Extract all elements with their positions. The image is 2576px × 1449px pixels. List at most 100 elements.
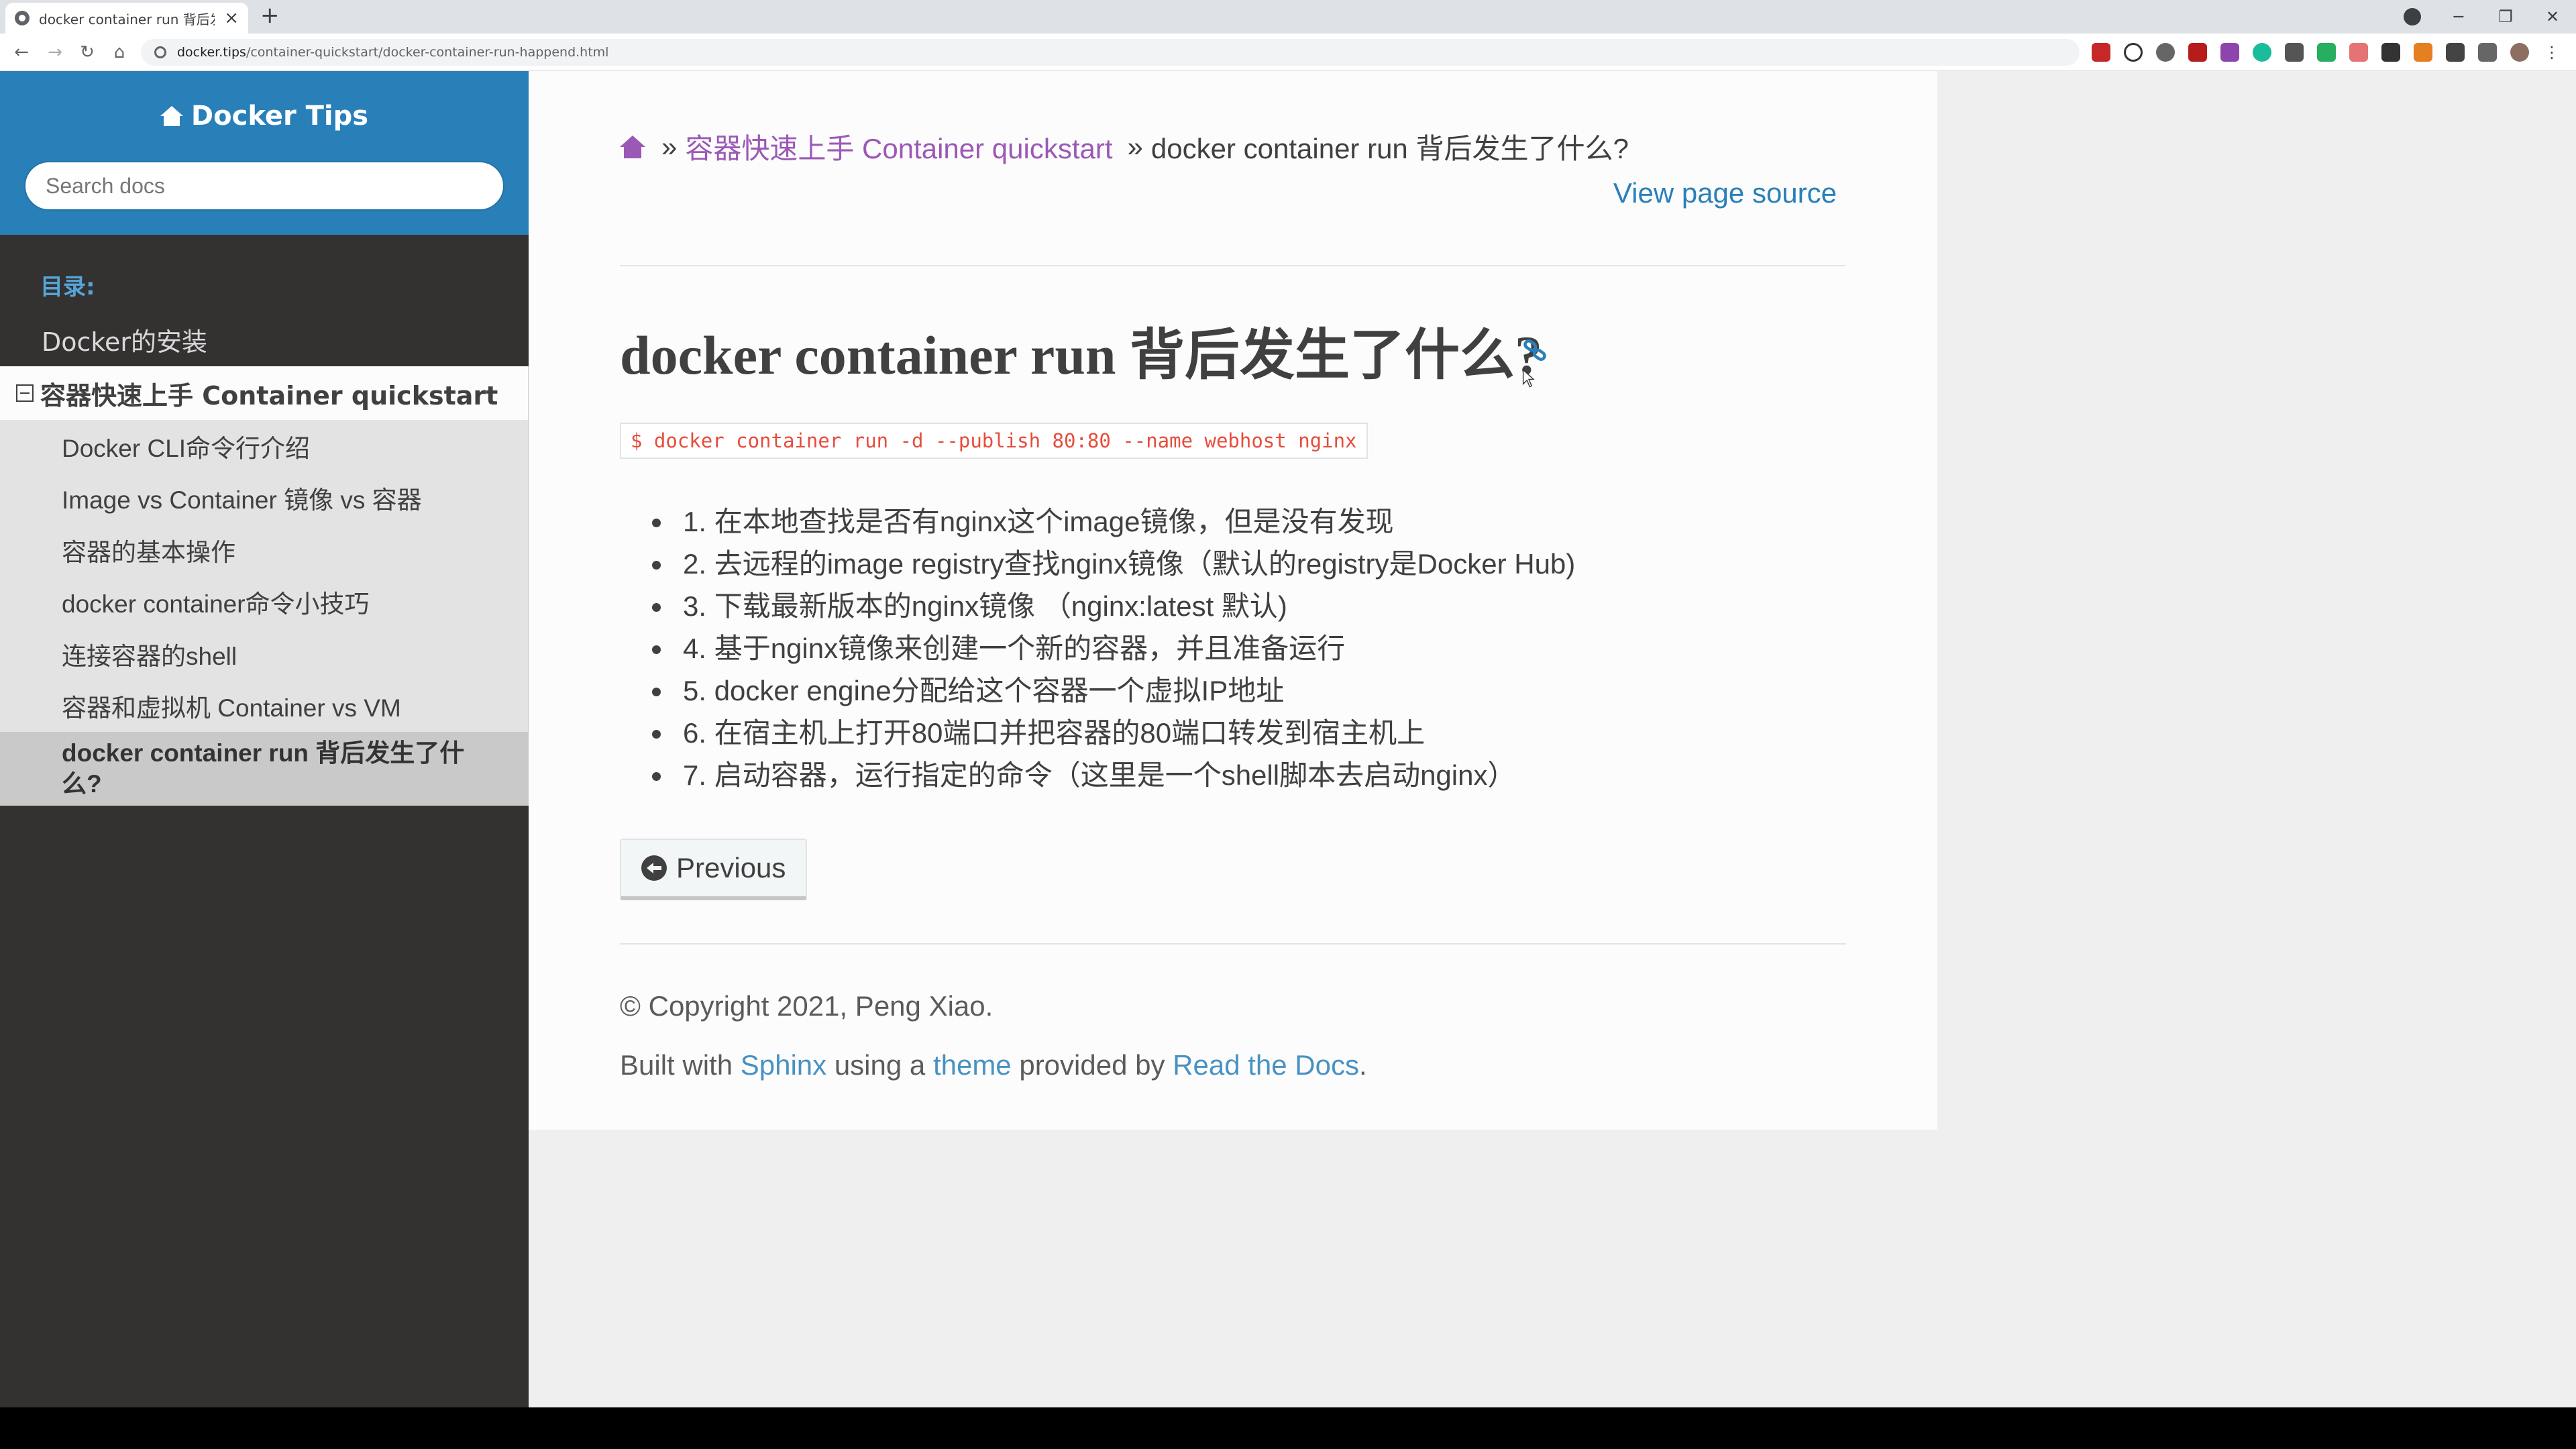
site-title-link[interactable]: Docker Tips	[0, 101, 529, 131]
toc-caption: 目录:	[40, 274, 95, 301]
url-path: /container-quickstart/docker-container-r…	[246, 45, 609, 60]
sidebar-subitem[interactable]: 连接容器的shell	[0, 628, 528, 680]
extension-icon[interactable]	[2220, 43, 2239, 62]
extension-icon[interactable]	[2285, 43, 2304, 62]
screen-bottom-bar	[0, 1407, 2576, 1449]
page-background	[529, 1130, 2576, 1407]
sidebar: Docker Tips 目录: Docker的安装 容器快速上手 Contain…	[0, 71, 529, 1407]
window-controls: ─ ❐ ✕	[2435, 0, 2576, 34]
extension-icon[interactable]	[2349, 43, 2368, 62]
mouse-cursor-icon	[1522, 369, 1535, 388]
sidebar-subitem-label: 容器的基本操作	[62, 538, 235, 566]
browser-toolbar: ← → ↻ ⌂ docker.tips /container-quickstar…	[0, 34, 2576, 71]
sidebar-subitem[interactable]: docker container命令小技巧	[0, 576, 528, 629]
sidebar-item-label: Docker的安装	[42, 327, 208, 357]
tab-title: docker container run 背后发生了什么	[39, 11, 215, 28]
sidebar-subitem-label: Image vs Container 镜像 vs 容器	[62, 486, 422, 515]
site-info-icon[interactable]	[154, 46, 166, 58]
forward-button[interactable]: →	[43, 40, 67, 64]
extension-icon[interactable]	[2381, 43, 2400, 62]
footer-text: .	[1358, 1049, 1367, 1081]
link-icon[interactable]	[1523, 338, 1547, 362]
new-tab-button[interactable]: +	[260, 4, 280, 27]
home-button[interactable]: ⌂	[107, 40, 131, 64]
arrow-circle-left-icon	[641, 855, 667, 881]
page-title: docker container run 背后发生了什么?	[620, 325, 1543, 386]
sidebar-subitem[interactable]: Image vs Container 镜像 vs 容器	[0, 472, 528, 525]
url-host: docker.tips	[177, 45, 246, 60]
extension-icon[interactable]	[2156, 43, 2175, 62]
footer-text: Built with	[620, 1049, 741, 1081]
divider	[620, 265, 1846, 266]
page-background	[1937, 71, 2576, 1130]
list-item: 2. 去远程的image registry查找nginx镜像（默认的regist…	[674, 543, 1575, 585]
breadcrumb-current: docker container run 背后发生了什么?	[1150, 133, 1629, 164]
breadcrumb-separator: »	[1127, 130, 1143, 162]
sidebar-subitem-label: docker container run 背后发生了什么?	[62, 739, 465, 798]
previous-button[interactable]: Previous	[620, 839, 808, 900]
address-bar[interactable]: docker.tips /container-quickstart/docker…	[141, 39, 2080, 66]
home-icon[interactable]	[620, 135, 645, 158]
breadcrumb: » 容器快速上手 Container quickstart » docker c…	[620, 126, 1629, 167]
main-content: » 容器快速上手 Container quickstart » docker c…	[529, 71, 1937, 1130]
list-item: 3. 下载最新版本的nginx镜像 （nginx:latest 默认)	[674, 585, 1575, 627]
sidebar-subitem-label: 容器和虚拟机 Container vs VM	[62, 694, 401, 722]
sidebar-subitems: Docker CLI命令行介绍 Image vs Container 镜像 vs…	[0, 420, 529, 806]
breadcrumb-separator: »	[661, 130, 678, 162]
back-button[interactable]: ←	[9, 40, 34, 64]
extension-icon[interactable]	[2188, 43, 2207, 62]
theme-link[interactable]: theme	[933, 1049, 1012, 1081]
browser-tab[interactable]: docker container run 背后发生了什么 ×	[5, 3, 248, 34]
browser-tab-strip: docker container run 背后发生了什么 × + ─ ❐ ✕	[0, 0, 2576, 34]
collapse-toggle-icon[interactable]	[16, 384, 34, 402]
code-snippet: $ docker container run -d --publish 80:8…	[620, 423, 1368, 459]
sphinx-link[interactable]: Sphinx	[741, 1049, 826, 1081]
view-source-link[interactable]: View page source	[1613, 177, 1837, 209]
close-window-button[interactable]: ✕	[2529, 7, 2576, 26]
sidebar-item-docker-install[interactable]: Docker的安装	[0, 313, 529, 366]
divider	[620, 943, 1846, 945]
sidebar-item-label: 容器快速上手 Container quickstart	[40, 380, 498, 411]
tab-close-icon[interactable]: ×	[224, 9, 239, 27]
puzzle-icon[interactable]	[2446, 43, 2465, 62]
sidebar-subitem[interactable]: 容器和虚拟机 Container vs VM	[0, 680, 528, 733]
sidebar-subitem-label: docker container命令小技巧	[62, 590, 370, 619]
reading-list-icon[interactable]	[2478, 43, 2497, 62]
sidebar-subitem-active[interactable]: docker container run 背后发生了什么?	[0, 732, 528, 806]
built-with-footer: Built with Sphinx using a theme provided…	[620, 1049, 1367, 1081]
extension-icon[interactable]	[2124, 43, 2143, 62]
list-item: 4. 基于nginx镜像来创建一个新的容器，并且准备运行	[674, 627, 1575, 669]
site-title: Docker Tips	[191, 101, 369, 131]
list-item: 5. docker engine分配给这个容器一个虚拟IP地址	[674, 669, 1575, 712]
extension-icon[interactable]	[2317, 43, 2336, 62]
sidebar-subitem[interactable]: 容器的基本操作	[0, 524, 528, 576]
previous-label: Previous	[676, 852, 786, 883]
extension-icon[interactable]	[2414, 43, 2432, 62]
list-item: 6. 在宿主机上打开80端口并把容器的80端口转发到宿主机上	[674, 712, 1575, 754]
restore-button[interactable]: ❐	[2482, 7, 2529, 26]
footer-text: using a	[826, 1049, 933, 1081]
reload-button[interactable]: ↻	[75, 40, 99, 64]
home-icon	[160, 106, 183, 126]
extension-icon[interactable]	[2253, 43, 2271, 62]
list-item: 7. 启动容器，运行指定的命令（这里是一个shell脚本去启动nginx）	[674, 754, 1575, 796]
avatar[interactable]	[2510, 43, 2529, 62]
extension-icon[interactable]	[2092, 43, 2110, 62]
sidebar-item-container-quickstart[interactable]: 容器快速上手 Container quickstart	[0, 366, 529, 420]
sidebar-subitem-label: 连接容器的shell	[62, 642, 237, 670]
profile-menu-icon[interactable]	[2404, 8, 2421, 25]
footer-text: provided by	[1011, 1049, 1173, 1081]
code-text: $ docker container run -d --publish 80:8…	[631, 429, 1357, 452]
breadcrumb-parent-link[interactable]: 容器快速上手 Container quickstart	[685, 126, 1112, 167]
steps-list: 1. 在本地查找是否有nginx这个image镜像，但是没有发现 2. 去远程的…	[674, 500, 1575, 796]
copyright: © Copyright 2021, Peng Xiao.	[620, 990, 994, 1022]
read-the-docs-link[interactable]: Read the Docs	[1173, 1049, 1359, 1081]
sidebar-header: Docker Tips	[0, 71, 529, 235]
minimize-button[interactable]: ─	[2435, 7, 2482, 26]
sidebar-subitem-label: Docker CLI命令行介绍	[62, 434, 311, 462]
tab-favicon-icon	[15, 11, 30, 25]
menu-dots-icon[interactable]: ⋮	[2542, 43, 2561, 62]
search-input[interactable]	[24, 161, 504, 211]
list-item: 1. 在本地查找是否有nginx这个image镜像，但是没有发现	[674, 500, 1575, 543]
sidebar-subitem[interactable]: Docker CLI命令行介绍	[0, 420, 528, 472]
